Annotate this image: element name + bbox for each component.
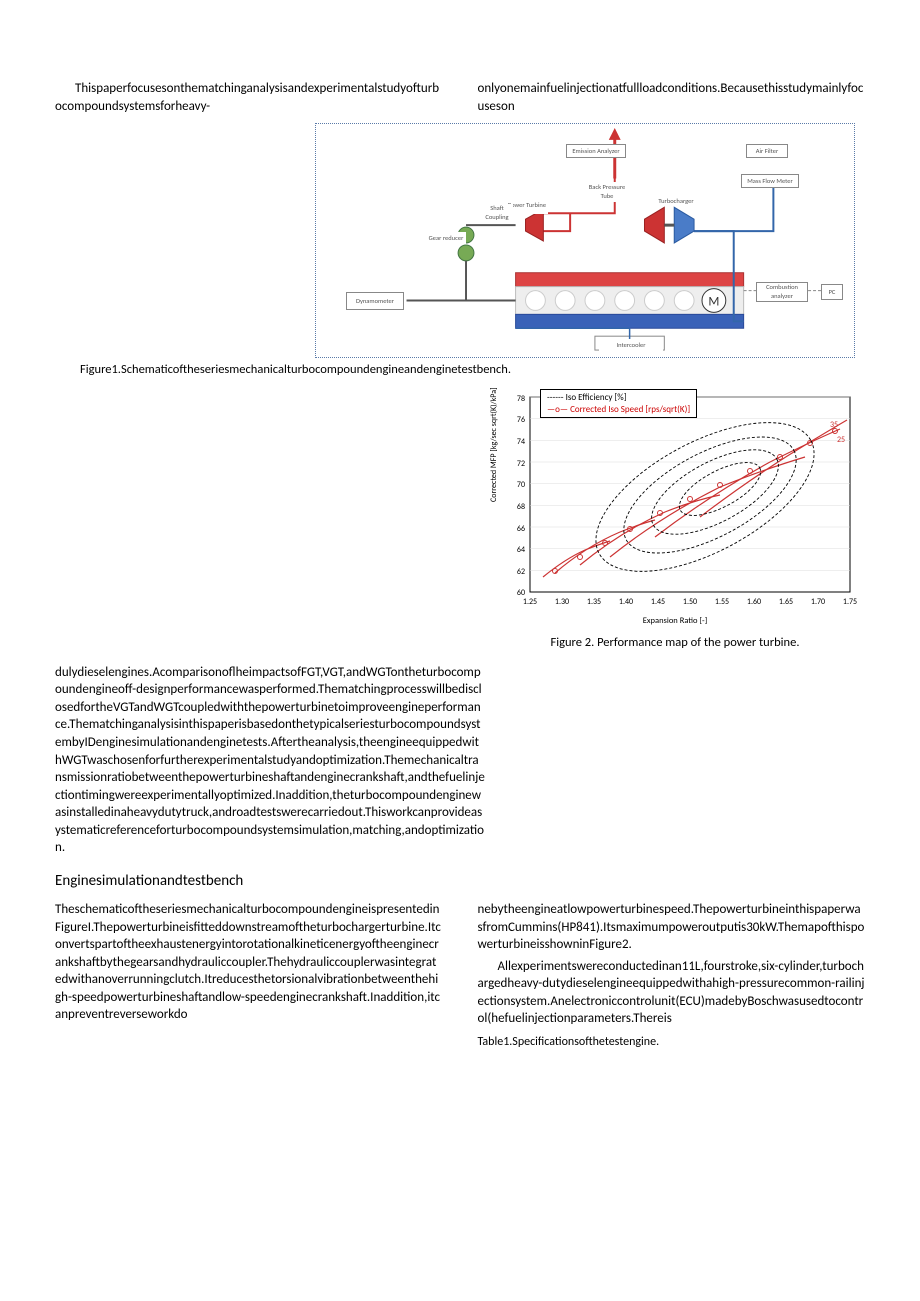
label-shaft-coupling: Shaft Coupling [481,204,513,222]
chart-legend: ------ Iso Efficiency [%] —o— Corrected … [540,389,697,418]
top-right-paragraph: onlyonemainfuelinjectionatfullloadcondit… [478,80,866,115]
svg-text:1.40: 1.40 [619,597,633,607]
svg-text:25: 25 [837,435,845,445]
figure-1-schematic: M Emission Analyzer Air Filter Mass Flow… [315,123,855,358]
section-title: Enginesimulationandtestbench [55,871,865,891]
legend-item-1: Iso Efficiency [%] [566,392,627,403]
figure-1-caption: Figure1.Schematicoftheseriesmechanicaltu… [80,362,865,379]
label-turbocharger: Turbocharger [651,196,701,206]
label-pc: PC [821,284,843,300]
label-mass-flow: Mass Flow Meter [741,174,799,188]
svg-text:1.50: 1.50 [683,597,697,607]
svg-text:70: 70 [517,480,525,490]
label-gear-reducer: Gear reducer [426,232,466,244]
figure-1-block: M Emission Analyzer Air Filter Mass Flow… [55,123,865,379]
figure-2-chart: 35 25 78 76 74 72 70 68 66 64 62 60 1.25… [485,387,865,617]
chart-svg: 35 25 78 76 74 72 70 68 66 64 62 60 1.25… [485,387,865,617]
bottom-right-paragraph-2: Allexperimentswereconductedinan11L,fours… [478,958,866,1028]
svg-text:72: 72 [517,459,525,469]
bottom-right-paragraph-1: nebytheengineatlowpowerturbinespeed.Thep… [478,901,866,954]
schematic-svg: M [316,124,854,357]
svg-text:1.45: 1.45 [651,597,665,607]
label-bp-tube: Back Pressure Tube [586,182,628,202]
label-air-filter: Air Filter [746,144,788,158]
svg-text:66: 66 [517,524,525,534]
top-paragraph-row: Thispaperfocusesonthematchinganalysisand… [55,80,865,115]
svg-text:1.30: 1.30 [555,597,569,607]
svg-text:1.55: 1.55 [715,597,729,607]
table-1-title: Table1.Specificationsofthetestengine. [478,1034,866,1050]
svg-text:1.35: 1.35 [587,597,601,607]
svg-text:62: 62 [517,567,525,577]
chart-y-axis-label: Corrected MFP [kg/sec sqrt(K)/kPa] [489,387,500,502]
svg-text:68: 68 [517,502,525,512]
chart-x-axis-label: Expansion Ratio [-] [485,616,865,627]
svg-text:1.60: 1.60 [747,597,761,607]
legend-item-2: Corrected Iso Speed [rps/sqrt(K)] [570,404,690,415]
label-intercooler: Intercooler [599,339,663,351]
label-dynamometer: Dynamometer [346,292,404,310]
mid-paragraph: dulydieselengines.Acomparisonoflheimpact… [55,664,485,857]
svg-text:64: 64 [517,545,525,555]
figure-2-caption: Figure 2. Performance map of the power t… [485,635,865,652]
bottom-left-paragraph: Theschematicoftheseriesmechanicalturboco… [55,901,443,1050]
label-emission-analyzer: Emission Analyzer [566,144,626,158]
svg-text:78: 78 [517,394,525,404]
figure-2-block: 35 25 78 76 74 72 70 68 66 64 62 60 1.25… [55,387,865,652]
svg-text:35: 35 [830,420,838,430]
svg-text:74: 74 [517,437,525,447]
svg-text:76: 76 [517,415,525,425]
bottom-two-col: Theschematicoftheseriesmechanicalturboco… [55,901,865,1050]
svg-text:1.75: 1.75 [843,597,857,607]
label-combustion-analyzer: Combustion analyzer [756,282,808,302]
svg-text:1.25: 1.25 [523,597,537,607]
svg-text:1.65: 1.65 [779,597,793,607]
svg-text:1.70: 1.70 [811,597,825,607]
top-left-paragraph: Thispaperfocusesonthematchinganalysisand… [55,80,443,115]
svg-text:M: M [708,295,719,310]
